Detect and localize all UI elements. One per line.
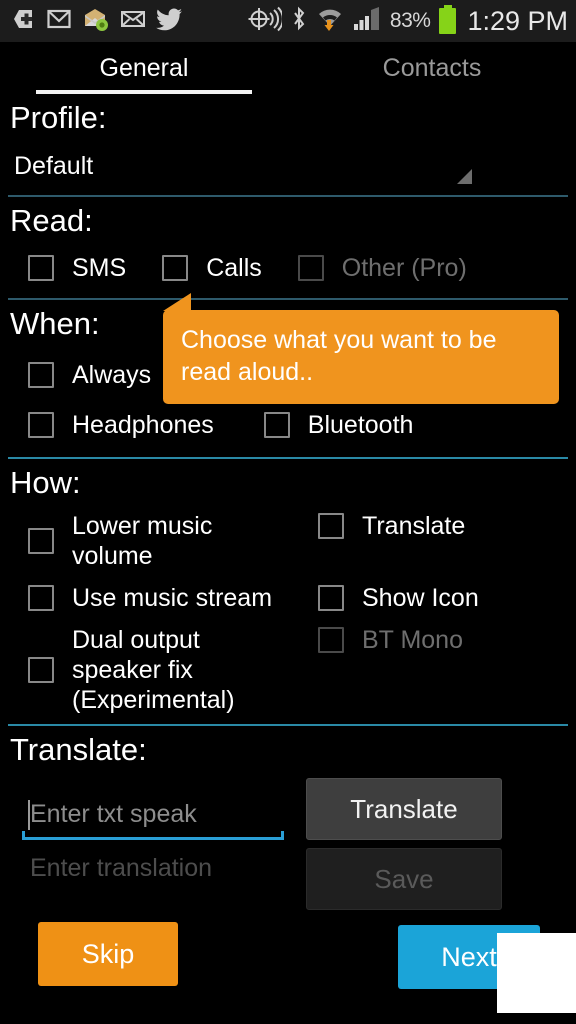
checkbox-calls-label: Calls: [206, 254, 262, 282]
when-options-row-2: Headphones Bluetooth: [8, 404, 568, 454]
translation-input-row: Enter translation Save: [8, 840, 568, 910]
checkbox-use-music-stream-box[interactable]: [28, 585, 54, 611]
next-button-label: Next: [441, 941, 497, 972]
checkbox-translate-label: Translate: [362, 512, 466, 540]
checkbox-always[interactable]: Always: [28, 360, 151, 390]
gmail-icon: [46, 6, 72, 37]
how-options-row-3: Dual output speaker fix (Experimental) B…: [8, 619, 568, 721]
signal-bars-icon: [353, 6, 381, 37]
profile-spinner[interactable]: Default: [8, 140, 568, 192]
checkbox-bt-mono: BT Mono: [318, 625, 463, 655]
translate-button-label: Translate: [350, 793, 458, 824]
translate-input-row: Translate: [8, 772, 568, 840]
how-options-row-2: Use music stream Show Icon: [8, 577, 568, 619]
onboarding-tooltip[interactable]: Choose what you want to be read aloud..: [163, 293, 559, 404]
text-caret: [28, 800, 30, 830]
settings-content: Profile: Default Read: SMS Calls Other (…: [0, 94, 576, 1024]
checkbox-use-music-stream-label: Use music stream: [72, 584, 273, 612]
checkbox-dual-output-speaker-fix[interactable]: Dual output speaker fix (Experimental): [28, 625, 318, 715]
status-bar-notifications: [0, 6, 184, 37]
checkbox-bt-mono-label: BT Mono: [362, 626, 463, 654]
tab-contacts-label: Contacts: [382, 53, 482, 82]
profile-selected-value: Default: [14, 151, 94, 180]
status-bar-clock: 1:29 PM: [467, 5, 568, 36]
overlay-white-block: [497, 933, 576, 1013]
save-button[interactable]: Save: [306, 848, 502, 910]
location-gps-icon: [248, 6, 284, 37]
chevron-down-icon: [457, 169, 472, 184]
checkbox-calls-box[interactable]: [162, 255, 189, 281]
checkbox-translate[interactable]: Translate: [318, 511, 465, 541]
mail-badge-icon: [82, 6, 110, 37]
tab-contacts[interactable]: Contacts: [288, 42, 576, 94]
checkbox-other-pro-label: Other (Pro): [341, 254, 467, 282]
checkbox-other-pro: Other (Pro): [297, 253, 467, 283]
checkbox-bluetooth[interactable]: Bluetooth: [263, 410, 414, 440]
how-section-title: How:: [10, 465, 81, 500]
checkbox-other-pro-box: [297, 255, 324, 281]
txt-speak-field[interactable]: [22, 796, 284, 840]
checkbox-dual-output-speaker-fix-label: Dual output speaker fix (Experimental): [72, 626, 235, 714]
read-section-title: Read:: [10, 203, 93, 238]
read-options-row: SMS Calls Other (Pro): [8, 243, 568, 295]
app-screen: 83% 1:29 PM General Contacts Profile: De…: [0, 0, 576, 1024]
profile-section-title: Profile:: [10, 100, 107, 135]
checkbox-sms-label: SMS: [72, 254, 127, 282]
checkbox-calls[interactable]: Calls: [162, 253, 262, 283]
status-bar: 83% 1:29 PM: [0, 0, 576, 42]
checkbox-bluetooth-label: Bluetooth: [307, 411, 414, 439]
skip-button[interactable]: Skip: [38, 922, 178, 986]
translation-placeholder: Enter translation: [30, 854, 213, 882]
txt-speak-input[interactable]: [22, 796, 284, 837]
checkbox-always-box[interactable]: [28, 362, 54, 388]
checkbox-show-icon-box[interactable]: [318, 585, 344, 611]
tab-bar: General Contacts: [0, 42, 576, 94]
tab-general-label: General: [99, 53, 189, 82]
how-options-row-1: Lower music volume Translate: [8, 505, 568, 577]
onboarding-tooltip-text: Choose what you want to be read aloud..: [181, 326, 497, 386]
checkbox-show-icon-label: Show Icon: [362, 584, 479, 612]
battery-full-icon: [439, 5, 457, 34]
save-button-label: Save: [374, 863, 434, 894]
checkbox-dual-output-speaker-fix-box[interactable]: [28, 657, 54, 683]
envelope-icon: [120, 6, 146, 37]
battery-percent-label: 83%: [389, 9, 431, 32]
checkbox-always-label: Always: [72, 361, 152, 389]
bluetooth-icon: [291, 6, 307, 37]
checkbox-show-icon[interactable]: Show Icon: [318, 583, 479, 613]
checkbox-headphones-label: Headphones: [72, 411, 214, 439]
checkbox-bluetooth-box[interactable]: [263, 412, 290, 438]
checkbox-bt-mono-box: [318, 627, 344, 653]
tab-general[interactable]: General: [0, 42, 288, 94]
twitter-icon: [156, 6, 184, 37]
status-bar-system: 83% 1:29 PM: [248, 5, 576, 37]
add-plus-icon: [10, 6, 36, 37]
translate-button[interactable]: Translate: [306, 778, 502, 840]
checkbox-use-music-stream[interactable]: Use music stream: [28, 583, 318, 613]
skip-button-label: Skip: [81, 938, 135, 969]
checkbox-sms-box[interactable]: [28, 255, 54, 281]
checkbox-translate-box[interactable]: [318, 513, 344, 539]
tooltip-pointer-icon: [163, 293, 191, 311]
translate-section-title: Translate:: [10, 732, 147, 767]
checkbox-lower-music-volume-label: Lower music volume: [72, 512, 213, 570]
translation-field[interactable]: Enter translation: [22, 848, 284, 883]
checkbox-sms[interactable]: SMS: [28, 253, 126, 283]
checkbox-lower-music-volume-box[interactable]: [28, 528, 54, 554]
checkbox-lower-music-volume[interactable]: Lower music volume: [28, 511, 318, 571]
checkbox-headphones[interactable]: Headphones: [28, 410, 214, 440]
wifi-download-icon: [316, 6, 344, 37]
checkbox-headphones-box[interactable]: [28, 412, 54, 438]
